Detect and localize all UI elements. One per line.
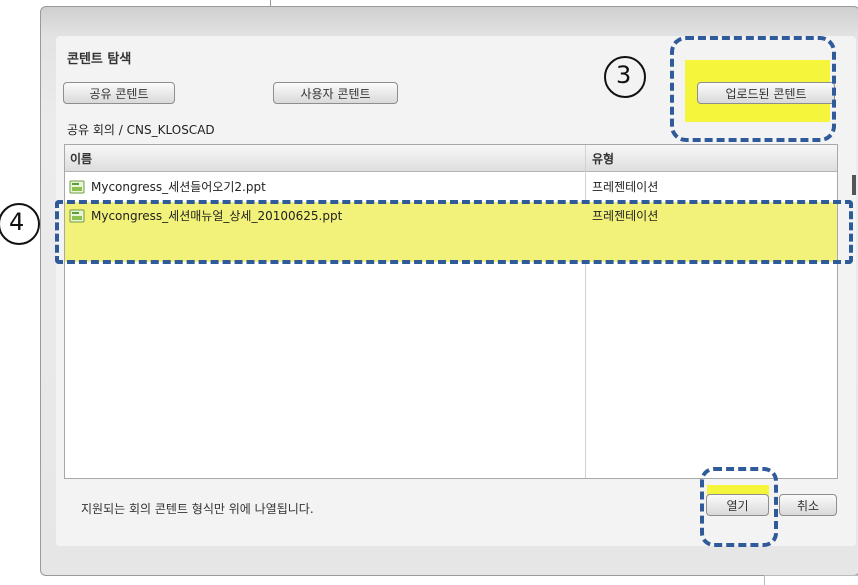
dialog-title: 콘텐트 탐색 (67, 52, 132, 67)
annotation-box-uploaded (670, 36, 836, 142)
file-type: 프레젠테이션 (592, 180, 659, 194)
annotation-box-row (55, 200, 853, 264)
callout-number-3: 3 (616, 61, 632, 89)
annotation-box-open (700, 467, 778, 547)
cancel-button[interactable]: 취소 (779, 494, 837, 516)
user-content-button[interactable]: 사용자 콘텐트 (273, 82, 398, 104)
breadcrumb: 공유 회의 / CNS_KLOSCAD (67, 123, 215, 137)
file-name: Mycongress_세션들어오기2.ppt (91, 180, 266, 194)
column-header-type[interactable]: 유형 (592, 150, 614, 167)
callout-number-4: 4 (9, 208, 25, 236)
content-grid: 이름 유형 Mycongress_세션들어오기2.ppt 프레젠테이션 Myco… (64, 144, 838, 479)
shared-content-button[interactable]: 공유 콘텐트 (63, 82, 175, 104)
table-row[interactable]: Mycongress_세션들어오기2.ppt 프레젠테이션 (65, 173, 837, 201)
supported-formats-note: 지원되는 회의 콘텐트 형식만 위에 나열됩니다. (81, 502, 314, 516)
grid-header: 이름 유형 (65, 145, 837, 172)
column-header-name[interactable]: 이름 (70, 150, 92, 167)
window-edge (852, 175, 856, 195)
ppt-file-icon (69, 179, 85, 194)
